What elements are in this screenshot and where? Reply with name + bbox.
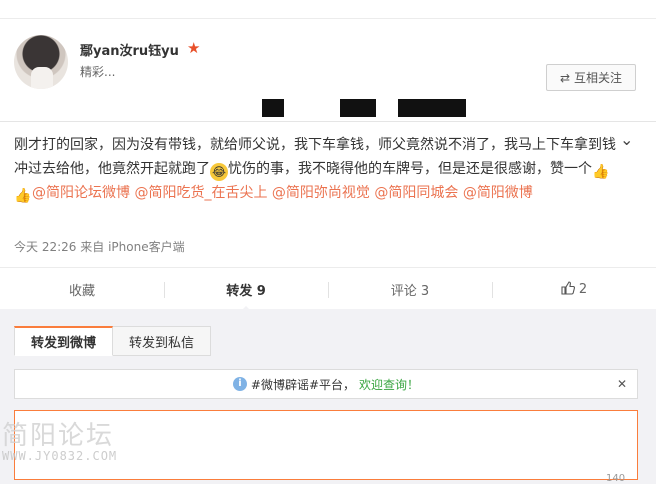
crying-laughing-emoji-icon: 😂 [210, 163, 228, 181]
mention-link[interactable]: @简阳同城会 [374, 185, 458, 201]
like-count: 2 [578, 282, 588, 297]
mention-link[interactable]: @简阳微博 [463, 185, 533, 201]
chevron-down-icon[interactable]: ⌄ [620, 130, 633, 149]
cover-image-shape [262, 99, 284, 117]
mention-link[interactable]: @简阳论坛微博 [32, 185, 130, 201]
cover-image-shape [340, 99, 376, 117]
mention-link[interactable]: @简阳弥尚视觉 [272, 185, 370, 201]
cover-image-strip [0, 99, 656, 121]
char-counter: 140 [606, 473, 626, 484]
post-card: 刚才打的回家，因为没有带钱，就给师父说，我下车拿钱，师父竟然说不消了，我马上下车… [0, 121, 656, 312]
comment-label: 评论 3 [390, 284, 430, 299]
post-content: 刚才打的回家，因为没有带钱，就给师父说，我下车拿钱，师父竟然说不消了，我马上下车… [14, 133, 626, 205]
star-icon: ★ [187, 39, 201, 57]
action-bar: 收藏 转发 9 评论 3 2 [0, 267, 656, 312]
avatar[interactable] [14, 35, 68, 89]
like-button[interactable]: 2 [492, 268, 656, 311]
post-time[interactable]: 今天 22:26 [14, 240, 76, 254]
notice-text[interactable]: #微博辟谣#平台， [251, 376, 355, 393]
forward-label: 转发 9 [226, 284, 266, 299]
mutual-follow-button[interactable]: ⇄ 互相关注 [546, 64, 636, 91]
thumbs-up-emoji-icon: 👍 [14, 188, 32, 204]
user-header: 鄢yan汝ru钰yu ★ 精彩... ⇄ 互相关注 [0, 19, 656, 99]
forward-button[interactable]: 转发 9 [164, 268, 328, 312]
post-text: 忧伤的事，我不晓得他的车牌号，但是还是很感谢，赞一个 [228, 161, 592, 177]
notice-link[interactable]: 欢迎查询！ [359, 376, 419, 393]
rumor-notice: i #微博辟谣#平台， 欢迎查询！ ✕ [14, 369, 638, 399]
tab-forward-to-weibo[interactable]: 转发到微博 [14, 326, 114, 356]
user-subtitle: 精彩... [80, 65, 116, 79]
watermark-text: 简阳论坛 [2, 421, 115, 451]
thumbs-up-emoji-icon: 👍 [592, 164, 610, 180]
post-from-label: 来自 [80, 240, 105, 254]
username[interactable]: 鄢yan汝ru钰yu [80, 40, 179, 59]
cover-image-shape [398, 99, 466, 117]
top-strip [0, 0, 656, 19]
tab-forward-to-message[interactable]: 转发到私信 [113, 326, 212, 356]
favorite-label: 收藏 [68, 284, 95, 299]
info-icon: i [232, 377, 247, 391]
comment-button[interactable]: 评论 3 [328, 268, 492, 311]
follow-button-label: 互相关注 [574, 71, 623, 85]
mention-link[interactable]: @简阳吃货_在舌尖上 [134, 185, 267, 201]
forward-tabs: 转发到微博 转发到私信 [14, 326, 212, 356]
close-icon[interactable]: ✕ [617, 377, 627, 391]
thumbs-up-icon [561, 280, 575, 299]
swap-arrows-icon: ⇄ [559, 70, 571, 85]
favorite-button[interactable]: 收藏 [0, 268, 164, 311]
watermark-url: WWW.JY0832.COM [2, 449, 118, 463]
post-meta: 今天 22:26 来自 iPhone客户端 [14, 238, 185, 255]
post-client[interactable]: iPhone客户端 [108, 240, 185, 254]
forward-panel: 转发到微博 转发到私信 i #微博辟谣#平台， 欢迎查询！ ✕ 简阳论坛 WWW.… [0, 309, 656, 484]
